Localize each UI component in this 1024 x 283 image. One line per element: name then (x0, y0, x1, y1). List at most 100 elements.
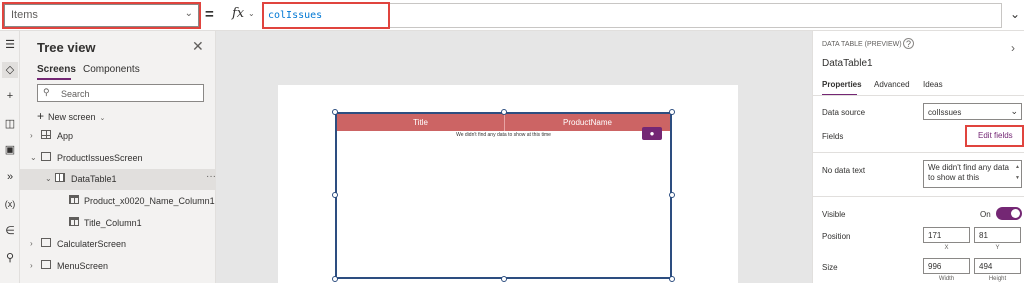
width-value: 996 (928, 262, 942, 271)
resize-handle[interactable] (669, 109, 675, 115)
visible-label: Visible (822, 210, 846, 219)
plus-icon[interactable]: + (2, 88, 18, 104)
tree-item-label: MenuScreen (57, 261, 109, 271)
y-caption: Y (995, 245, 1000, 251)
width-input[interactable]: 996 (923, 258, 970, 274)
chevron-down-icon: ⌄ (99, 115, 106, 122)
data-source-dropdown[interactable]: colIssues ⌄ (923, 103, 1022, 120)
chevron-right-icon[interactable]: › (30, 131, 33, 140)
screen-icon (41, 238, 51, 247)
control-name[interactable]: DataTable1 (822, 58, 873, 69)
hamburger-icon[interactable]: ☰ (2, 37, 18, 53)
highlight-box (262, 2, 390, 29)
variables-icon[interactable]: (x) (2, 196, 18, 212)
resize-handle[interactable] (669, 276, 675, 282)
scroll-arrows-icon[interactable]: ▲ ▼ (1015, 162, 1020, 184)
canvas-area: Title ProductName We didn't find any dat… (216, 31, 812, 283)
width-caption: Width (938, 276, 955, 282)
resize-handle[interactable] (332, 276, 338, 282)
tab-underline (37, 78, 71, 80)
resize-handle[interactable] (332, 192, 338, 198)
tab-ideas[interactable]: Ideas (923, 80, 943, 89)
position-y-input[interactable]: 81 (974, 227, 1021, 243)
toggle-knob (1011, 209, 1020, 218)
tree-item-datatable1[interactable]: ⌄ DataTable1 ··· (20, 169, 216, 190)
help-icon[interactable]: ? (903, 38, 914, 49)
chevron-down-icon[interactable]: ⌄ (45, 174, 52, 183)
layers-icon[interactable]: ◇ (2, 62, 18, 78)
resize-handle[interactable] (669, 192, 675, 198)
empty-message: We didn't find any data to show at this … (456, 132, 551, 138)
tab-properties[interactable]: Properties (822, 80, 862, 89)
chevron-right-icon[interactable]: › (1011, 41, 1015, 55)
chevron-right-icon[interactable]: › (30, 261, 33, 270)
resize-handle[interactable] (332, 109, 338, 115)
column-header-productname[interactable]: ProductName (505, 118, 670, 127)
database-icon[interactable]: ◫ (2, 116, 18, 132)
position-x-value: 171 (928, 231, 942, 240)
tree-item-productissuesscreen[interactable]: ⌄ ProductIssuesScreen (20, 148, 215, 169)
close-icon[interactable]: ✕ (192, 38, 204, 55)
tree-item-app[interactable]: › App (20, 126, 215, 147)
highlight-box (965, 125, 1024, 147)
highlight-box (2, 2, 201, 29)
height-input[interactable]: 494 (974, 258, 1021, 274)
tab-components[interactable]: Components (83, 64, 140, 75)
search-icon[interactable]: ⚲ (2, 250, 18, 266)
visible-state: On (980, 210, 991, 219)
data-table-header: Title ProductName (337, 114, 670, 131)
resize-handle[interactable] (501, 276, 507, 282)
column-icon (69, 195, 79, 204)
new-screen-button[interactable]: + New screen ⌄ (37, 109, 105, 123)
tools-icon[interactable]: ∈ (2, 223, 18, 239)
divider (813, 196, 1024, 197)
ideas-bulb-icon[interactable]: ● (642, 127, 662, 140)
power-automate-icon[interactable]: » (2, 169, 18, 185)
left-rail: ☰ ◇ + ◫ ▣ » (x) ∈ ⚲ (0, 31, 20, 283)
resize-handle[interactable] (501, 109, 507, 115)
tree-item-label: App (57, 131, 74, 141)
no-data-text-input[interactable]: We didn't find any data to show at this … (923, 160, 1022, 188)
chevron-right-icon[interactable]: › (30, 239, 33, 248)
tree-item-title-column[interactable]: Title_Column1 (20, 213, 215, 234)
visible-toggle[interactable] (996, 207, 1022, 220)
expand-chevron-icon[interactable]: ⌄ (1010, 7, 1020, 21)
screen-artboard[interactable]: Title ProductName We didn't find any dat… (278, 85, 738, 283)
tree-item-label: Title_Column1 (84, 218, 142, 228)
chevron-down-icon[interactable]: ⌄ (248, 9, 255, 18)
tree-view-panel: Tree view ✕ Screens Components ⚲ Search … (20, 31, 216, 283)
fx-icon[interactable]: fx (232, 6, 244, 21)
chevron-down-icon: ⌄ (1010, 106, 1018, 116)
equals-sign: = (205, 6, 214, 23)
more-options-icon[interactable]: ··· (206, 171, 216, 182)
position-label: Position (822, 232, 851, 241)
tree-item-product-name-column[interactable]: Product_x0020_Name_Column1 (20, 191, 215, 212)
screen-icon (41, 152, 51, 161)
tree-item-label: ProductIssuesScreen (57, 153, 143, 163)
tab-screens[interactable]: Screens (37, 64, 76, 75)
tree-item-calculaterscreen[interactable]: › CalculaterScreen (20, 234, 215, 255)
height-caption: Height (988, 276, 1007, 282)
divider (813, 95, 1024, 96)
tree-item-menuscreen[interactable]: › MenuScreen (20, 256, 215, 277)
data-table[interactable]: Title ProductName We didn't find any dat… (335, 112, 672, 279)
search-icon: ⚲ (43, 87, 50, 97)
app-icon (41, 130, 51, 139)
data-source-label: Data source (822, 108, 866, 117)
column-header-title[interactable]: Title (337, 118, 504, 127)
position-x-input[interactable]: 171 (923, 227, 970, 243)
divider (813, 152, 1024, 153)
media-icon[interactable]: ▣ (2, 142, 18, 158)
data-source-value: colIssues (928, 108, 962, 117)
search-placeholder: Search (61, 89, 90, 99)
properties-panel: DATA TABLE (PREVIEW) ? › DataTable1 Prop… (812, 31, 1024, 283)
search-input[interactable]: ⚲ Search (37, 84, 204, 102)
tab-advanced[interactable]: Advanced (874, 80, 910, 89)
column-icon (69, 217, 79, 226)
fields-label: Fields (822, 132, 844, 141)
chevron-down-icon[interactable]: ⌄ (30, 153, 37, 162)
tree-view-title: Tree view (37, 40, 96, 55)
tree-item-label: CalculaterScreen (57, 239, 127, 249)
tree-item-label: Product_x0020_Name_Column1 (84, 196, 215, 206)
no-data-text-value: We didn't find any data to show at this (928, 163, 1009, 182)
